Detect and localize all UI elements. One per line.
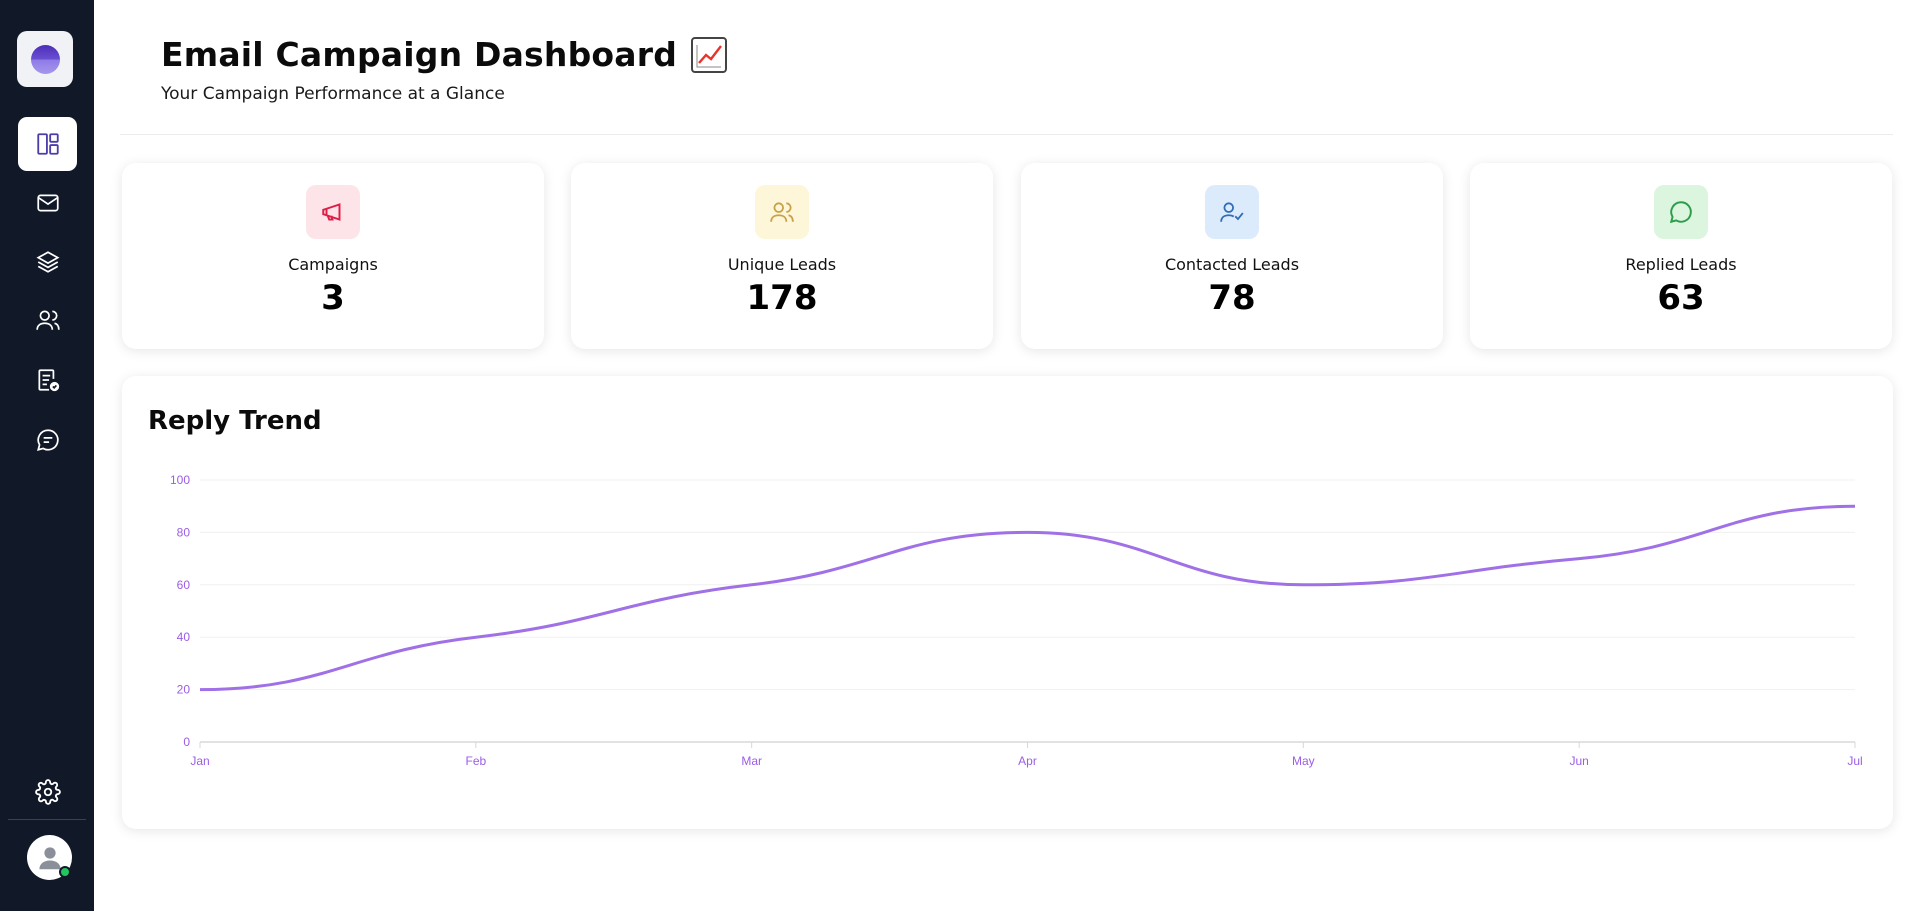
stat-value: 78 xyxy=(1208,278,1256,318)
sidebar-item-reports[interactable] xyxy=(18,353,77,407)
stat-icon-wrap xyxy=(306,185,360,239)
user-check-icon xyxy=(1220,202,1244,222)
sidebar-item-sequences[interactable] xyxy=(18,235,77,289)
stat-card-contacted-leads: Contacted Leads 78 xyxy=(1021,163,1443,349)
chat-bubble-icon xyxy=(1669,201,1692,224)
chat-icon xyxy=(36,429,59,451)
logo-orb-icon xyxy=(30,44,60,74)
sidebar-divider xyxy=(8,819,86,820)
stat-card-unique-leads: Unique Leads 178 xyxy=(571,163,993,349)
x-tick-label: Apr xyxy=(1018,754,1037,768)
sidebar-item-leads[interactable] xyxy=(18,293,77,347)
x-tick-label: May xyxy=(1292,754,1315,768)
settings-button[interactable] xyxy=(18,765,77,819)
stat-label: Campaigns xyxy=(288,255,378,274)
users-icon xyxy=(35,310,60,330)
x-tick-label: Jul xyxy=(1847,754,1862,768)
x-tick-label: Jan xyxy=(190,754,209,768)
y-tick-label: 40 xyxy=(177,630,191,644)
x-tick-label: Feb xyxy=(465,754,486,768)
stat-label: Unique Leads xyxy=(727,255,837,274)
stat-icon-wrap xyxy=(1205,185,1259,239)
dashboard-icon xyxy=(36,133,59,155)
reply-trend-chart: 0 20 40 60 80 100 Jan Feb Mar Apr May Jun Jul xyxy=(170,473,1863,768)
stat-card-replied-leads: Replied Leads 63 xyxy=(1470,163,1892,349)
page-subtitle: Your Campaign Performance at a Glance xyxy=(161,84,505,104)
page-title-text: Email Campaign Dashboard xyxy=(161,35,678,74)
users-icon xyxy=(770,202,794,222)
series-line xyxy=(199,504,1856,692)
megaphone-icon xyxy=(322,203,341,221)
chart-increasing-icon xyxy=(691,36,728,73)
y-tick-label: 60 xyxy=(177,578,191,592)
gear-icon xyxy=(34,779,61,805)
y-tick-label: 80 xyxy=(177,525,191,539)
online-status-dot xyxy=(59,866,71,878)
x-tick-label: Jun xyxy=(1569,754,1588,768)
stat-card-campaigns: Campaigns 3 xyxy=(122,163,544,349)
page-title: Email Campaign Dashboard xyxy=(161,35,728,74)
stat-value: 3 xyxy=(321,278,345,318)
stat-icon-wrap xyxy=(1654,185,1708,239)
stat-label: Replied Leads xyxy=(1625,255,1737,274)
stat-label: Contacted Leads xyxy=(1164,255,1300,274)
mail-icon xyxy=(36,194,59,212)
layers-icon xyxy=(35,251,60,273)
y-tick-label: 20 xyxy=(177,683,191,697)
page-header: Email Campaign Dashboard Your Campaign P… xyxy=(161,35,728,104)
y-tick-label: 100 xyxy=(170,473,190,487)
stat-icon-wrap xyxy=(755,185,809,239)
stat-value: 63 xyxy=(1657,278,1705,318)
app-logo[interactable] xyxy=(17,31,73,87)
reply-trend-card: Reply Trend 0 20 40 60 80 100 Jan Feb Mar Apr May J… xyxy=(122,376,1893,829)
sidebar-item-messages[interactable] xyxy=(18,413,77,467)
y-tick-label: 0 xyxy=(183,735,190,749)
x-tick-label: Mar xyxy=(741,754,762,768)
stat-value: 178 xyxy=(746,278,818,318)
sidebar xyxy=(0,0,94,911)
header-divider xyxy=(120,134,1893,135)
sidebar-item-dashboard[interactable] xyxy=(18,117,77,171)
sidebar-item-campaigns[interactable] xyxy=(18,176,77,230)
report-check-icon xyxy=(37,369,59,392)
